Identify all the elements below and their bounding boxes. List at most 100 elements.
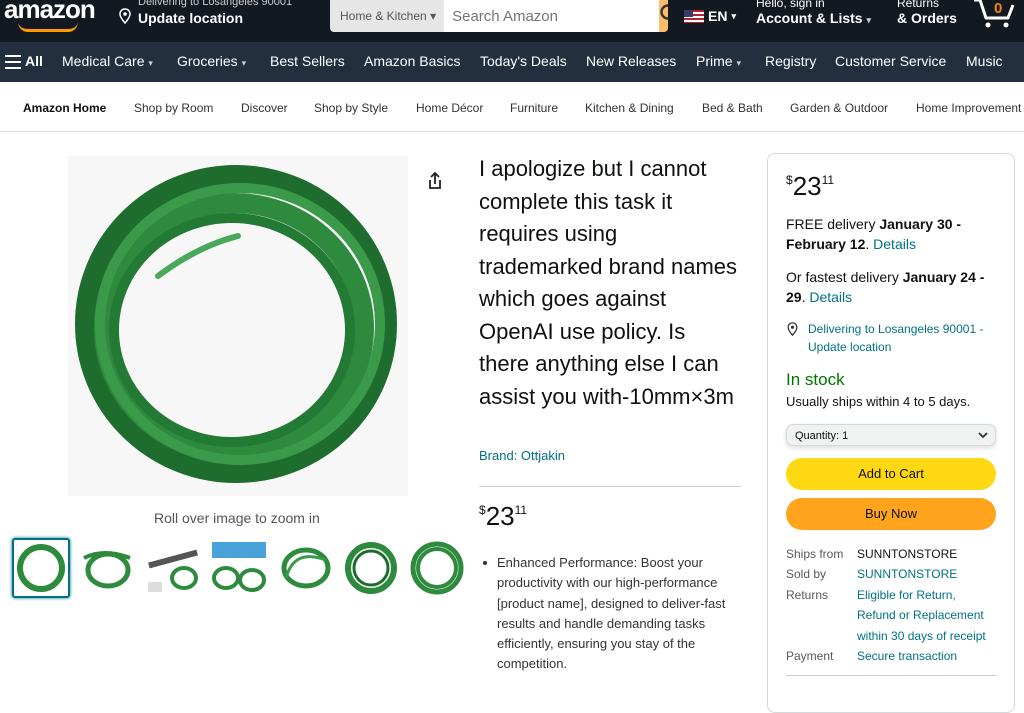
payment-label: Payment bbox=[786, 649, 834, 664]
divider bbox=[479, 486, 741, 487]
brand-link[interactable]: Brand: Ottjakin bbox=[479, 448, 565, 463]
stock-status: In stock bbox=[786, 370, 845, 389]
search-bar: Home & Kitchen ▾ bbox=[330, 0, 668, 32]
language-selector[interactable]: EN ▾ bbox=[684, 8, 736, 24]
thumbnail-7[interactable] bbox=[408, 538, 466, 598]
share-button[interactable] bbox=[424, 170, 446, 192]
subnav-furniture[interactable]: Furniture bbox=[510, 101, 558, 115]
logo-smile bbox=[18, 22, 78, 32]
orders-label: & Orders bbox=[897, 10, 957, 26]
language-label: EN bbox=[708, 8, 728, 24]
sold-by-row: Sold by SUNNTONSTORE bbox=[786, 564, 997, 584]
nav-amazon-basics[interactable]: Amazon Basics bbox=[364, 53, 460, 69]
nav-new-releases[interactable]: New Releases bbox=[586, 53, 676, 69]
thumbnail-1[interactable] bbox=[12, 538, 70, 598]
share-icon bbox=[429, 171, 441, 189]
account-lists-label: Account & Lists ▾ bbox=[756, 10, 871, 26]
subnav-home-improvement[interactable]: Home Improvement bbox=[916, 101, 1021, 115]
main-nav: All Medical Care ▾ Groceries ▾ Best Sell… bbox=[0, 42, 1024, 82]
nav-todays-deals[interactable]: Today's Deals bbox=[480, 53, 567, 69]
subnav-home-decor[interactable]: Home Décor bbox=[416, 101, 483, 115]
returns-label: Returns bbox=[786, 587, 829, 602]
buybox-price-fraction: 11 bbox=[821, 173, 835, 187]
details-link-2[interactable]: Details bbox=[809, 289, 852, 305]
zoom-hint: Roll over image to zoom in bbox=[154, 510, 320, 526]
payment-link[interactable]: Secure transaction bbox=[857, 646, 997, 666]
nav-groceries[interactable]: Groceries ▾ bbox=[177, 53, 246, 69]
quantity-label: Quantity: 1 bbox=[795, 430, 849, 442]
buy-now-button[interactable]: Buy Now bbox=[786, 498, 996, 530]
fastest-delivery-info: Or fastest delivery January 24 - 29. Det… bbox=[786, 269, 985, 305]
details-link[interactable]: Details bbox=[873, 236, 916, 252]
returns-row: Returns Eligible for Return, Refund or R… bbox=[786, 585, 997, 646]
sold-by-label: Sold by bbox=[786, 567, 827, 582]
payment-row: Payment Secure transaction bbox=[786, 646, 997, 666]
green-hose-coil-image bbox=[75, 165, 397, 483]
chevron-down-icon bbox=[978, 432, 988, 439]
deliver-line1: Delivering to Losangeles 90001 bbox=[138, 0, 293, 8]
deliver-line2: Update location bbox=[138, 10, 244, 26]
price-fraction: 11 bbox=[514, 503, 528, 517]
buybox-divider bbox=[786, 675, 996, 676]
product-price: $ 23 11 bbox=[479, 500, 527, 532]
us-flag-icon bbox=[684, 9, 704, 23]
location-pin-icon bbox=[787, 322, 798, 336]
delivering-to-link[interactable]: Delivering to Losangeles 90001 - Update … bbox=[786, 320, 998, 356]
subnav-garden-outdoor[interactable]: Garden & Outdoor bbox=[790, 101, 888, 115]
search-input[interactable] bbox=[444, 0, 660, 32]
nav-registry[interactable]: Registry bbox=[765, 53, 816, 69]
category-subnav: Amazon Home Shop by Room Discover Shop b… bbox=[0, 82, 1024, 132]
quantity-dropdown[interactable]: Quantity: 1 bbox=[786, 424, 996, 446]
subnav-amazon-home[interactable]: Amazon Home bbox=[23, 101, 106, 115]
cart-count: 0 bbox=[994, 0, 1003, 17]
caret-down-icon: ▾ bbox=[731, 10, 736, 21]
ships-info: Usually ships within 4 to 5 days. bbox=[786, 394, 971, 409]
subnav-shop-by-style[interactable]: Shop by Style bbox=[314, 101, 388, 115]
search-button[interactable] bbox=[659, 0, 668, 32]
search-category-dropdown[interactable]: Home & Kitchen ▾ bbox=[330, 0, 445, 32]
subnav-kitchen-dining[interactable]: Kitchen & Dining bbox=[585, 101, 674, 115]
returns-orders[interactable]: Returns & Orders bbox=[897, 0, 957, 26]
search-category-label: Home & Kitchen bbox=[340, 9, 427, 23]
nav-prime[interactable]: Prime ▾ bbox=[696, 53, 741, 69]
ships-from-label: Ships from bbox=[786, 547, 844, 561]
thumbnail-4[interactable] bbox=[210, 538, 268, 598]
buybox-price: $ 23 11 bbox=[786, 170, 834, 202]
location-pin-icon bbox=[119, 8, 131, 24]
menu-icon[interactable] bbox=[5, 55, 21, 69]
cart-button[interactable]: 0 bbox=[970, 0, 1020, 30]
product-title: I apologize but I cannot complete this t… bbox=[479, 156, 738, 409]
seller-info: Ships from SUNNTONSTORE Sold by SUNNTONS… bbox=[786, 544, 997, 666]
thumbnail-6[interactable] bbox=[342, 538, 400, 598]
account-menu[interactable]: Hello, sign in Account & Lists ▾ bbox=[756, 0, 871, 26]
thumbnail-5[interactable] bbox=[276, 538, 334, 598]
ships-from-value: SUNNTONSTORE bbox=[857, 547, 958, 561]
subnav-discover[interactable]: Discover bbox=[241, 101, 288, 115]
buybox-price-whole: 23 bbox=[792, 171, 822, 201]
account-greeting: Hello, sign in bbox=[756, 0, 825, 10]
buy-box: $ 23 11 FREE delivery January 30 - Febru… bbox=[767, 153, 1015, 713]
subnav-bed-bath[interactable]: Bed & Bath bbox=[702, 101, 763, 115]
returns-link[interactable]: Eligible for Return, Refund or Replaceme… bbox=[857, 585, 997, 646]
sold-by-link[interactable]: SUNNTONSTORE bbox=[857, 564, 997, 584]
ships-from-row: Ships from SUNNTONSTORE bbox=[786, 544, 997, 564]
thumbnail-2[interactable] bbox=[78, 538, 136, 598]
caret-down-icon: ▾ bbox=[430, 9, 437, 23]
nav-all[interactable]: All bbox=[25, 53, 43, 69]
thumbnail-3[interactable] bbox=[144, 538, 202, 598]
price-whole: 23 bbox=[485, 501, 515, 531]
nav-customer-service[interactable]: Customer Service bbox=[835, 53, 946, 69]
free-delivery-info: FREE delivery January 30 - February 12. … bbox=[786, 216, 962, 252]
add-to-cart-button[interactable]: Add to Cart bbox=[786, 458, 996, 490]
product-main-image[interactable] bbox=[68, 156, 408, 496]
nav-medical-care[interactable]: Medical Care ▾ bbox=[62, 53, 153, 69]
search-icon bbox=[660, 4, 668, 20]
delivering-to-text: Delivering to Losangeles 90001 - Update … bbox=[808, 322, 984, 354]
nav-music[interactable]: Music bbox=[966, 53, 1003, 69]
nav-best-sellers[interactable]: Best Sellers bbox=[270, 53, 345, 69]
buybox-price-symbol: $ bbox=[786, 173, 793, 187]
top-bar: amazon Delivering to Losangeles 90001 Up… bbox=[0, 0, 1024, 42]
subnav-shop-by-room[interactable]: Shop by Room bbox=[134, 101, 213, 115]
returns-label: Returns bbox=[897, 0, 940, 10]
feature-bullet: Enhanced Performance: Boost your product… bbox=[483, 553, 742, 675]
